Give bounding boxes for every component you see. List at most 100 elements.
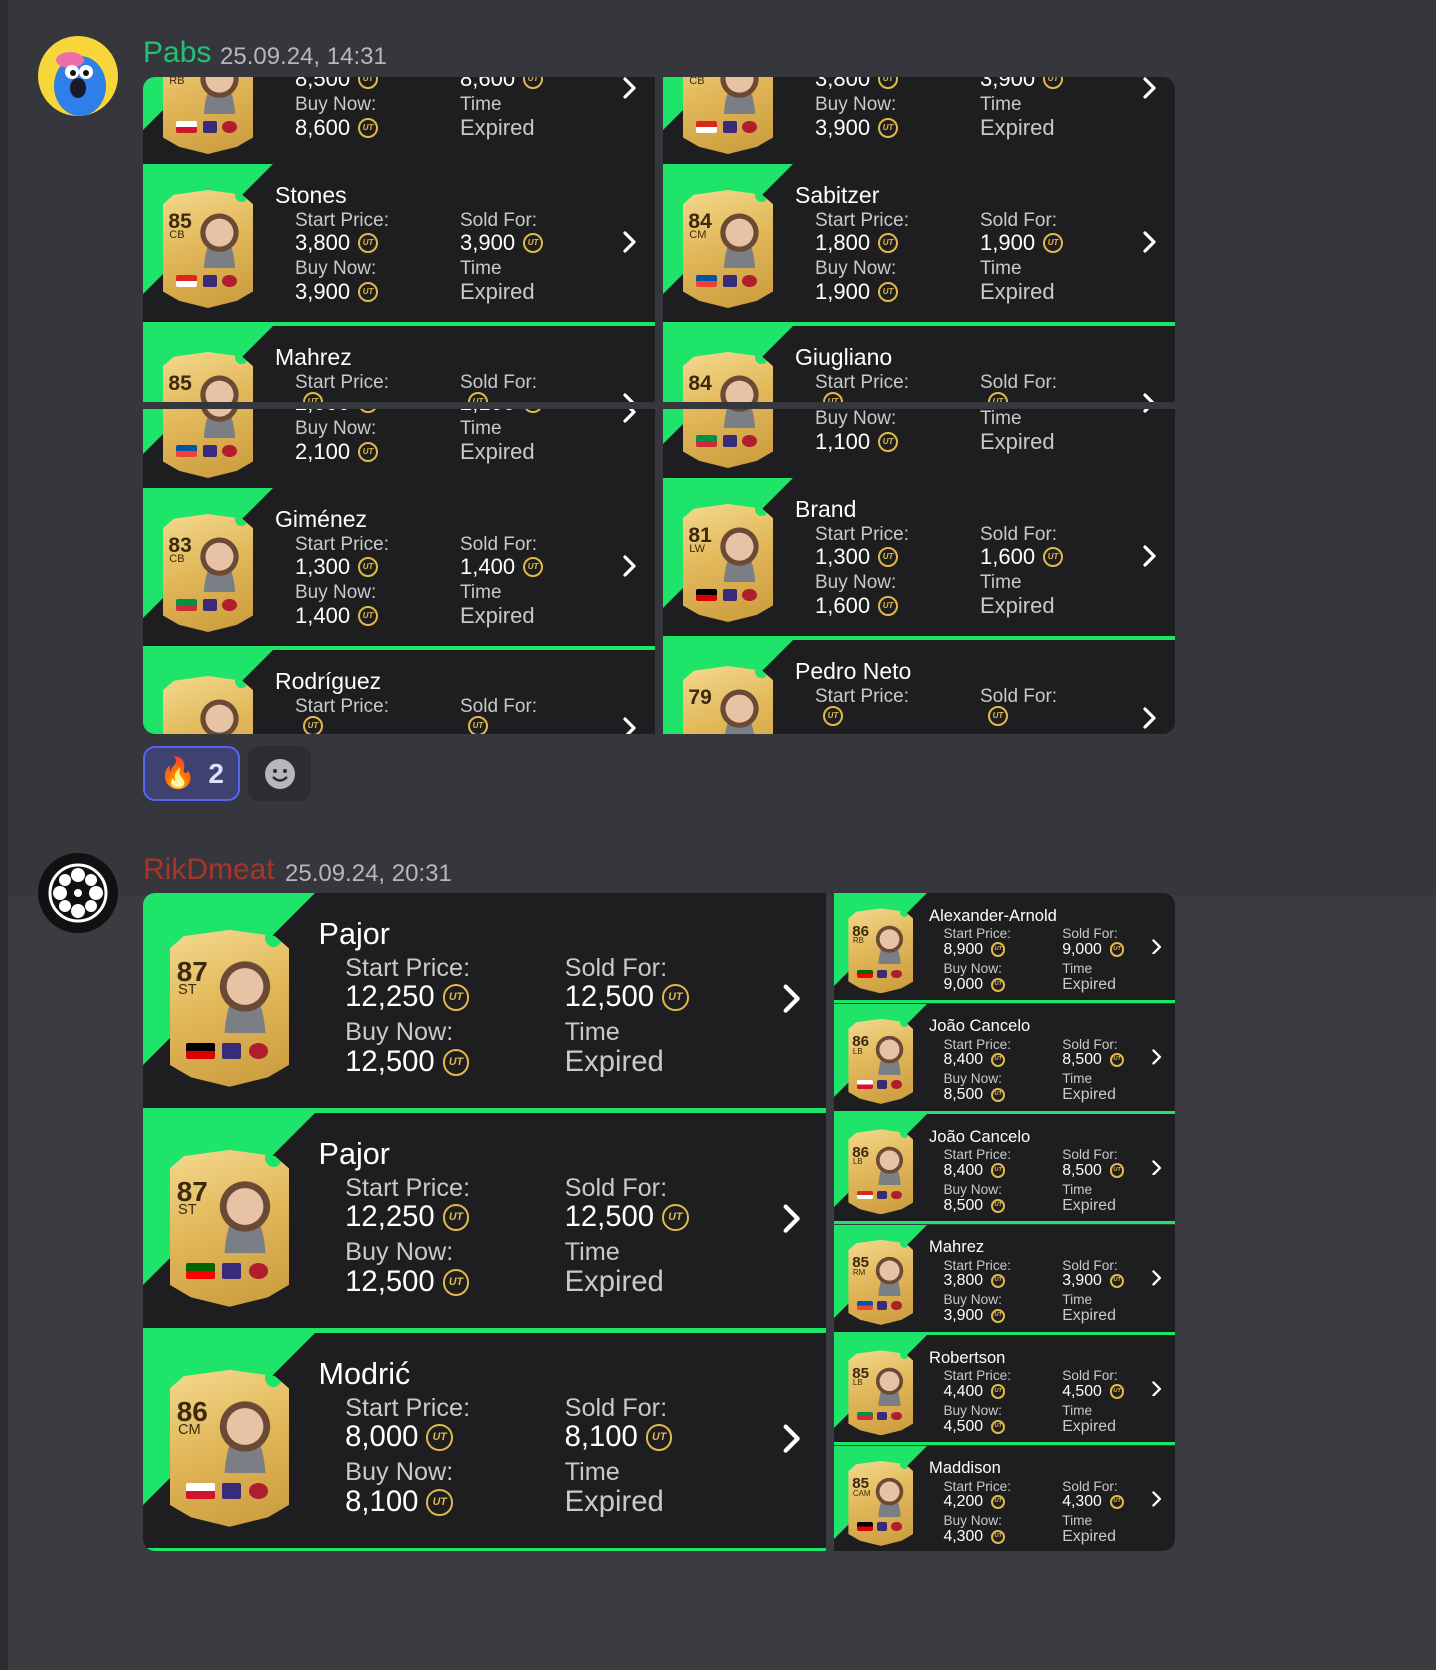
league-badge bbox=[876, 1190, 888, 1200]
chevron-right-icon[interactable] bbox=[1143, 705, 1157, 734]
sold-for-value: 8,100 UT bbox=[565, 1421, 673, 1454]
buy-now-value: 3,900 UT bbox=[295, 279, 379, 305]
club-badge bbox=[891, 1522, 902, 1531]
trade-card[interactable]: 85 RM Mahrez Start Price: Sold For: 3,800 UT 3,… bbox=[834, 1224, 1175, 1335]
nation-flag bbox=[175, 120, 198, 133]
coin-icon: UT bbox=[878, 547, 899, 567]
screenshot-attachment[interactable]: CB Start Price: Sold For: 3,800 UT 3,900 UT Buy… bbox=[663, 77, 1175, 402]
trade-card[interactable]: 87 ST Pajor Start Price: Sold For: 12,250 UT 12… bbox=[143, 1113, 826, 1333]
player-name: Sabitzer bbox=[795, 182, 880, 208]
chevron-right-icon[interactable] bbox=[623, 229, 637, 259]
player-face bbox=[871, 1365, 907, 1407]
price-text: 9,000 bbox=[1062, 940, 1102, 958]
nation-flag bbox=[175, 444, 198, 457]
screenshot-attachment[interactable]: 86 RB Alexander-Arnold Start Price: Sold For… bbox=[834, 893, 1175, 1551]
chevron-right-icon[interactable] bbox=[1152, 1378, 1162, 1400]
sold-for-label: Sold For: bbox=[980, 524, 1058, 545]
buy-now-value: 1,400 UT bbox=[295, 603, 379, 629]
player-face bbox=[212, 958, 278, 1034]
trade-card[interactable]: RodríguezStart Price:Sold For:UTUTBuy No… bbox=[143, 650, 655, 734]
trade-card[interactable]: 86 LB João Cancelo Start Price: Sold For: 8,4… bbox=[834, 1003, 1175, 1114]
player-name: Rodríguez bbox=[275, 668, 382, 694]
player-name: João Cancelo bbox=[929, 1126, 1031, 1146]
trade-card[interactable]: 79Pedro NetoStart Price:Sold For:UTUTBuy… bbox=[663, 640, 1175, 734]
trade-card[interactable]: 87 ST Pajor Start Price: Sold For: 12,250 UT 12… bbox=[143, 893, 826, 1113]
expired-status: Expired bbox=[460, 279, 535, 304]
trade-card[interactable]: 85 CAM Maddison Start Price: Sold For: 4,200 U… bbox=[834, 1445, 1175, 1551]
avatar[interactable] bbox=[38, 853, 118, 933]
price-text: 8,100 bbox=[345, 1485, 419, 1518]
start-price-label: Start Price: bbox=[815, 372, 909, 393]
reaction-fire[interactable]: 🔥 2 bbox=[143, 746, 240, 801]
chevron-right-icon[interactable] bbox=[783, 1202, 802, 1242]
chevron-right-icon[interactable] bbox=[1143, 77, 1157, 105]
player-card-image: 85 CB bbox=[163, 190, 253, 308]
start-price-value: 8,000 UT bbox=[345, 1421, 453, 1454]
chevron-right-icon[interactable] bbox=[1152, 1157, 1162, 1179]
start-price-label: Start Price: bbox=[815, 686, 909, 707]
club-badge bbox=[742, 434, 757, 447]
trade-card[interactable]: 84 CM Sabitzer Start Price: Sold For: 1,800 UT… bbox=[663, 164, 1175, 326]
club-badge bbox=[742, 120, 757, 133]
sold-for-label: Sold For: bbox=[1062, 1368, 1118, 1384]
trade-card[interactable]: 83 CB Giménez Start Price: Sold For: 1,300 UT 1… bbox=[143, 488, 655, 650]
chevron-right-icon[interactable] bbox=[623, 391, 637, 402]
coin-icon: UT bbox=[991, 1052, 1006, 1068]
trade-card[interactable]: 85 LB Robertson Start Price: Sold For: 4,400 U… bbox=[834, 1335, 1175, 1445]
start-price-value: 8,500 UT bbox=[295, 77, 379, 92]
chevron-right-icon[interactable] bbox=[623, 553, 637, 583]
sold-for-value: UT bbox=[460, 716, 488, 734]
screenshot-attachment[interactable]: 87 ST Pajor Start Price: Sold For: 12,250 UT 12… bbox=[143, 893, 826, 1551]
trade-card[interactable]: 86 LB João Cancelo Start Price: Sold For: 8,4… bbox=[834, 1114, 1175, 1224]
coin-icon: UT bbox=[823, 392, 843, 402]
screenshot-attachment[interactable]: RB Start Price: Sold For: 8,500 UT 8,600 UT Buy… bbox=[143, 77, 655, 402]
price-text: 4,300 bbox=[1062, 1493, 1102, 1511]
price-text: 4,500 bbox=[1062, 1382, 1102, 1400]
chevron-right-icon[interactable] bbox=[1143, 229, 1157, 259]
league-badge bbox=[876, 1522, 888, 1531]
coin-icon: UT bbox=[442, 1203, 470, 1231]
chevron-right-icon[interactable] bbox=[623, 77, 637, 105]
trade-card[interactable]: 81 LW Brand Start Price: Sold For: 1,300 UT 1,6… bbox=[663, 478, 1175, 640]
chevron-right-icon[interactable] bbox=[1152, 936, 1162, 958]
nation-flag bbox=[857, 1411, 873, 1421]
trade-card[interactable]: 86 CM Modrić Start Price: Sold For: 8,000 UT 8,… bbox=[143, 1333, 826, 1551]
card-position: CB bbox=[689, 77, 705, 87]
avatar[interactable] bbox=[38, 36, 118, 116]
trade-card[interactable]: 85 CB Stones Start Price: Sold For: 3,800 UT 3,… bbox=[143, 164, 655, 326]
price-text: 1,100 bbox=[815, 429, 871, 454]
player-name: Giugliano bbox=[795, 344, 893, 370]
sold-for-value: 2,100 UT bbox=[460, 409, 544, 416]
buy-now-value: 12,500 UT bbox=[345, 1266, 470, 1299]
chevron-right-icon[interactable] bbox=[783, 982, 802, 1022]
add-reaction-button[interactable] bbox=[248, 746, 311, 801]
price-text: 8,600 bbox=[460, 77, 516, 91]
player-name: Modrić bbox=[318, 1356, 411, 1391]
expired-status: Expired bbox=[980, 593, 1055, 618]
chevron-right-icon[interactable] bbox=[623, 409, 637, 429]
nation-flag bbox=[175, 274, 198, 287]
price-text: 1,400 bbox=[295, 603, 351, 628]
author-name[interactable]: Pabs bbox=[143, 36, 211, 70]
chevron-right-icon[interactable] bbox=[783, 1422, 802, 1462]
card-position: ST bbox=[177, 1202, 197, 1219]
chevron-right-icon[interactable] bbox=[1143, 543, 1157, 573]
trade-card[interactable]: 86 RB Alexander-Arnold Start Price: Sold For… bbox=[834, 893, 1175, 1003]
coin-icon: UT bbox=[303, 392, 323, 402]
trade-card[interactable]: 85MahrezStart Price:Sold For:UTUTBuy Now… bbox=[143, 326, 655, 402]
price-text: 3,900 bbox=[460, 230, 516, 255]
author-name[interactable]: RikDmeat bbox=[143, 853, 275, 887]
chevron-right-icon[interactable] bbox=[1152, 1268, 1162, 1290]
trade-card[interactable]: 84GiuglianoStart Price:Sold For:UTUTBuy … bbox=[663, 326, 1175, 402]
player-face bbox=[871, 1255, 907, 1296]
chevron-right-icon[interactable] bbox=[1152, 1489, 1162, 1511]
chevron-right-icon[interactable] bbox=[1152, 1047, 1162, 1069]
screenshot-attachment[interactable]: CMStart Price:Sold For:1,000UT1,100UTBuy… bbox=[663, 409, 1175, 734]
league-badge bbox=[202, 120, 217, 133]
chevron-right-icon[interactable] bbox=[623, 715, 637, 734]
screenshot-attachment[interactable]: 84CAM Start Price: Sold For: 2,000 UT 2,100 UT… bbox=[143, 409, 655, 734]
start-price-value: 1,800 UT bbox=[815, 230, 899, 256]
buy-now-label: Buy Now: bbox=[943, 1402, 1002, 1418]
chevron-right-icon[interactable] bbox=[1143, 391, 1157, 402]
chevron-right-icon[interactable] bbox=[1143, 409, 1157, 419]
